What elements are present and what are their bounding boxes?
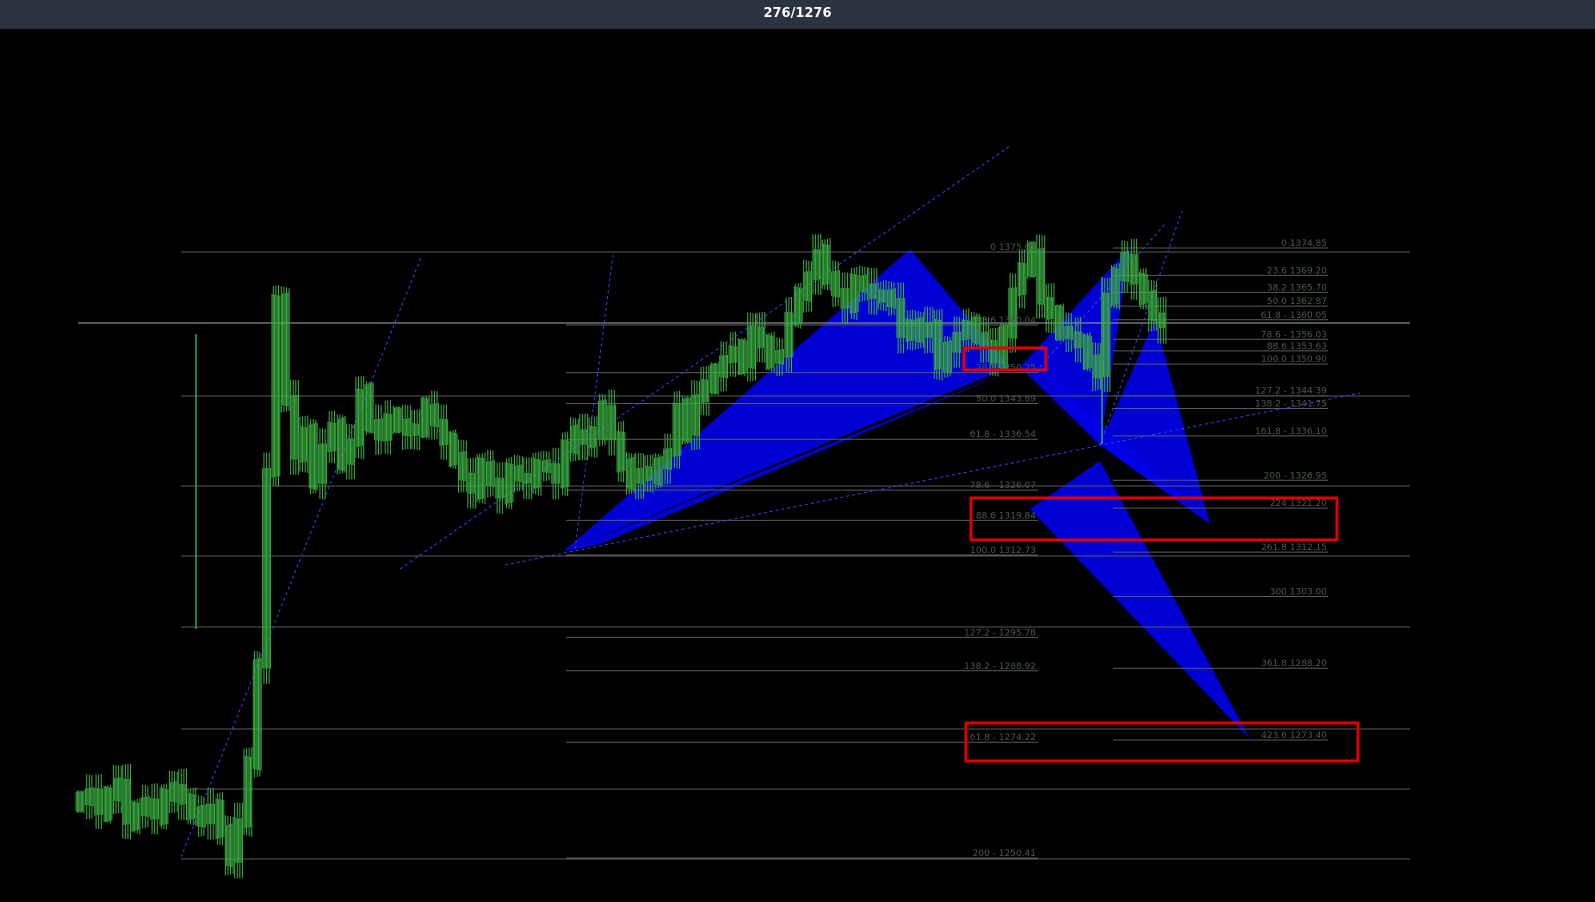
pattern-wedge [563, 249, 1010, 552]
fib-label-left: 61.8 - 1336.54 [970, 430, 1036, 440]
fib-label-right: 127.2 - 1344.39 [1255, 387, 1327, 397]
fib-label-right: 38.2 1365.70 [1267, 283, 1327, 293]
fib-label-right: 361.8 1288.20 [1261, 659, 1327, 669]
pattern-wedge [1030, 461, 1250, 739]
fib-label-right: 423.6 1273.40 [1261, 731, 1327, 741]
price-chart: 0 1375.0523.6 1360.0438.2 1350.2550.0 13… [75, 145, 1410, 879]
fib-label-left: 0 1375.05 [990, 243, 1036, 253]
fib-label-right: 300 1303.00 [1270, 587, 1328, 597]
fib-label-right: 261.8 1312.15 [1261, 543, 1327, 553]
fib-label-right: 200 - 1326.95 [1264, 471, 1327, 481]
fib-label-right: 0 1374.85 [1281, 239, 1327, 249]
trendline [574, 254, 614, 550]
fib-label-right: 100.0 1350.90 [1261, 355, 1327, 365]
fib-label-right: 78.6 - 1356.03 [1261, 330, 1327, 340]
fib-label-left: 161.8 - 1274.22 [964, 733, 1036, 743]
fib-label-left: 78.6 - 1326.07 [970, 481, 1036, 491]
fib-label-right: 224 1321.20 [1270, 499, 1328, 509]
frame-counter: 276/1276 [763, 6, 832, 21]
fib-label-left: 138.2 - 1288.92 [964, 662, 1036, 672]
fib-label-left: 127.2 - 1295.78 [964, 628, 1036, 638]
fib-label-right: 88.6 1353.63 [1267, 342, 1327, 352]
fib-label-left: 23.6 1360.04 [976, 316, 1036, 326]
fib-label-left: 100.0 1312.73 [970, 546, 1036, 556]
fib-label-left: 88.6 1319.84 [976, 511, 1036, 521]
fib-label-right: 61.8 - 1360.05 [1261, 311, 1327, 321]
fib-label-right: 50.0 1362.87 [1267, 297, 1327, 307]
fib-label-right: 23.6 1369.20 [1267, 266, 1327, 276]
top-bar: 276/1276 [0, 0, 1595, 29]
fib-label-left: 200 - 1250.41 [973, 849, 1036, 859]
fib-label-right: 138.2 - 1341.75 [1255, 400, 1327, 410]
chart-area: 0 1375.05 23.6 1360.04 38.2 1350.25 50.0 13… [0, 29, 1595, 898]
fib-label-right: 161.8 - 1336.10 [1255, 427, 1327, 437]
fib-label-left: 50.0 1343.89 [976, 395, 1036, 405]
